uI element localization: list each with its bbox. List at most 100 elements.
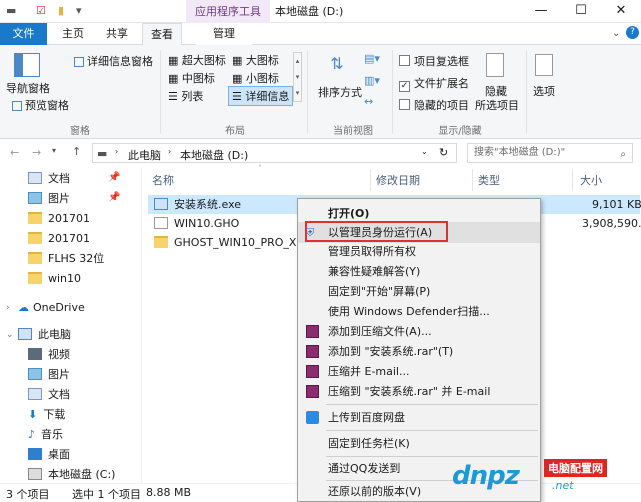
nav-item-pictures[interactable]: 图片 xyxy=(28,189,70,209)
layout-xlarge-icons[interactable]: ▦ 超大图标 xyxy=(168,52,226,68)
column-header-date[interactable]: 修改日期 xyxy=(376,172,420,188)
nav-item-label: 本地磁盘 (C:) xyxy=(48,468,116,481)
hide-selected-button-line2[interactable]: 所选项目 xyxy=(475,97,519,113)
nav-item-label: win10 xyxy=(48,272,82,285)
layout-list[interactable]: ☰ 列表 xyxy=(168,88,203,104)
close-button[interactable]: ✕ xyxy=(601,0,641,23)
nav-item-onedrive[interactable]: ☁ OneDrive xyxy=(18,298,85,318)
item-checkbox-toggle[interactable]: 项目复选框 xyxy=(399,53,469,69)
layout-details[interactable]: ☰ 详细信息 xyxy=(228,86,294,106)
properties-icon[interactable]: ☑ xyxy=(36,4,46,17)
nav-item-folder[interactable]: 201701 xyxy=(28,229,90,249)
layout-small-icons[interactable]: ▦ 小图标 xyxy=(232,70,279,86)
pin-icon[interactable]: 📌 xyxy=(108,192,120,203)
menu-take-ownership[interactable]: 管理员取得所有权 xyxy=(298,241,540,262)
up-icon[interactable]: ↑ xyxy=(72,145,81,158)
ribbon-collapse-icon[interactable]: ⌄ xyxy=(612,28,620,39)
menu-compress-email[interactable]: 压缩并 E-mail... xyxy=(298,361,540,382)
address-dropdown-icon[interactable]: ⌄ xyxy=(421,147,428,156)
nav-item-folder[interactable]: 201701 xyxy=(28,209,90,229)
column-header-name[interactable]: 名称 xyxy=(152,172,174,188)
file-row[interactable]: 安装系统.exe xyxy=(154,195,241,214)
nav-item-music[interactable]: ♪ 音乐 xyxy=(28,425,63,445)
layout-small-label: 小图标 xyxy=(245,72,279,85)
tab-file[interactable]: 文件 xyxy=(0,23,47,45)
add-column-icon[interactable]: ▥▾ xyxy=(364,74,380,87)
layout-scroll[interactable]: ▴ ▾ ▾ xyxy=(293,52,302,102)
nav-item-drive-c[interactable]: 本地磁盘 (C:) xyxy=(28,465,115,485)
preview-pane-button[interactable]: 预览窗格 xyxy=(12,97,69,113)
nav-item-desktop[interactable]: 桌面 xyxy=(28,445,70,465)
hidden-items-toggle[interactable]: 隐藏的项目 xyxy=(399,97,469,113)
preview-pane-icon xyxy=(12,101,22,111)
breadcrumb-chevron-icon[interactable]: › xyxy=(115,147,118,156)
menu-add-to-rar[interactable]: 添加到 "安装系统.rar"(T) xyxy=(298,341,540,362)
desktop-icon xyxy=(28,448,42,460)
nav-item-documents[interactable]: 文档 xyxy=(28,385,70,405)
breadcrumb-chevron-icon[interactable]: › xyxy=(168,147,171,156)
file-ext-toggle[interactable]: ✓ 文件扩展名 xyxy=(399,75,469,92)
size-columns-icon[interactable]: ↔ xyxy=(364,95,373,108)
back-icon[interactable]: ← xyxy=(10,146,19,159)
folder-icon xyxy=(28,232,42,244)
menu-pin-to-taskbar[interactable]: 固定到任务栏(K) xyxy=(298,433,540,454)
collapse-chevron-icon[interactable]: ⌄ xyxy=(6,330,14,340)
tab-manage[interactable]: 管理 xyxy=(196,23,252,45)
help-icon[interactable]: ? xyxy=(626,26,639,39)
nav-item-label: 文档 xyxy=(48,388,70,401)
minimize-button[interactable]: — xyxy=(521,0,561,23)
nav-item-folder[interactable]: FLHS 32位 xyxy=(28,249,104,269)
layout-large-icons[interactable]: ▦ 大图标 xyxy=(232,52,279,68)
menu-defender-scan[interactable]: 使用 Windows Defender扫描... xyxy=(298,301,540,322)
group-label-pane: 窗格 xyxy=(70,126,90,137)
column-divider[interactable] xyxy=(472,169,473,191)
pin-icon[interactable]: 📌 xyxy=(108,172,120,183)
column-divider[interactable] xyxy=(370,169,371,191)
nav-item-downloads[interactable]: ⬇ 下载 xyxy=(28,405,65,425)
column-divider[interactable] xyxy=(572,169,573,191)
menu-add-to-archive[interactable]: 添加到压缩文件(A)... xyxy=(298,321,540,342)
nav-item-documents[interactable]: 文档 xyxy=(28,169,70,189)
column-header-size[interactable]: 大小 xyxy=(580,172,602,188)
nav-item-folder[interactable]: win10 xyxy=(28,269,81,289)
nav-item-this-pc[interactable]: 此电脑 xyxy=(18,325,71,345)
hide-selected-icon[interactable] xyxy=(486,53,504,77)
layout-medium-icons[interactable]: ▦ 中图标 xyxy=(168,70,215,86)
menu-upload-baidu[interactable]: 上传到百度网盘 xyxy=(298,407,540,428)
winrar-icon xyxy=(306,365,319,378)
group-by-icon[interactable]: ▤▾ xyxy=(364,52,380,65)
nav-item-pictures[interactable]: 图片 xyxy=(28,365,70,385)
file-row[interactable]: WIN10.GHO xyxy=(154,214,239,233)
menu-separator xyxy=(326,430,538,431)
forward-icon[interactable]: → xyxy=(32,146,41,159)
breadcrumb-drive[interactable]: 本地磁盘 (D:) xyxy=(180,147,248,163)
winrar-icon xyxy=(306,385,319,398)
details-pane-button[interactable]: 详细信息窗格 xyxy=(74,53,153,69)
new-folder-icon[interactable]: ▮ xyxy=(58,4,64,17)
recent-dropdown-icon[interactable]: ▾ xyxy=(52,146,56,155)
menu-pin-to-start[interactable]: 固定到"开始"屏幕(P) xyxy=(298,281,540,302)
nav-pane-icon[interactable] xyxy=(14,53,40,77)
breadcrumb-this-pc[interactable]: 此电脑 xyxy=(128,147,161,163)
tab-share[interactable]: 共享 xyxy=(99,23,135,45)
menu-compat-troubleshoot[interactable]: 兼容性疑难解答(Y) xyxy=(298,261,540,282)
file-row[interactable]: GHOST_WIN10_PRO_X64_ xyxy=(154,233,316,252)
sort-button[interactable]: 排序方式 xyxy=(318,84,362,100)
nav-pane-button[interactable]: 导航窗格 xyxy=(6,80,50,96)
tab-home[interactable]: 主页 xyxy=(55,23,91,45)
nav-item-videos[interactable]: 视频 xyxy=(28,345,70,365)
maximize-button[interactable]: ☐ xyxy=(561,0,601,23)
options-button[interactable]: 选项 xyxy=(533,83,555,99)
tab-view[interactable]: 查看 xyxy=(142,23,182,46)
menu-compress-rar-email[interactable]: 压缩到 "安装系统.rar" 并 E-mail xyxy=(298,381,540,402)
explorer-icon[interactable]: ▬ xyxy=(6,4,16,17)
qat-dropdown-icon[interactable]: ▾ xyxy=(76,4,82,17)
options-icon[interactable] xyxy=(535,54,553,76)
column-header-type[interactable]: 类型 xyxy=(478,172,500,188)
expand-chevron-icon[interactable]: › xyxy=(6,303,10,313)
sort-icon[interactable]: ⇅ xyxy=(325,54,349,76)
pictures-icon xyxy=(28,192,42,204)
search-input[interactable]: 搜索"本地磁盘 (D:)" ⌕ xyxy=(467,143,633,163)
refresh-icon[interactable]: ↻ xyxy=(439,146,448,159)
address-input[interactable]: ▬ › 此电脑 › 本地磁盘 (D:) ⌄ ↻ xyxy=(92,143,457,163)
